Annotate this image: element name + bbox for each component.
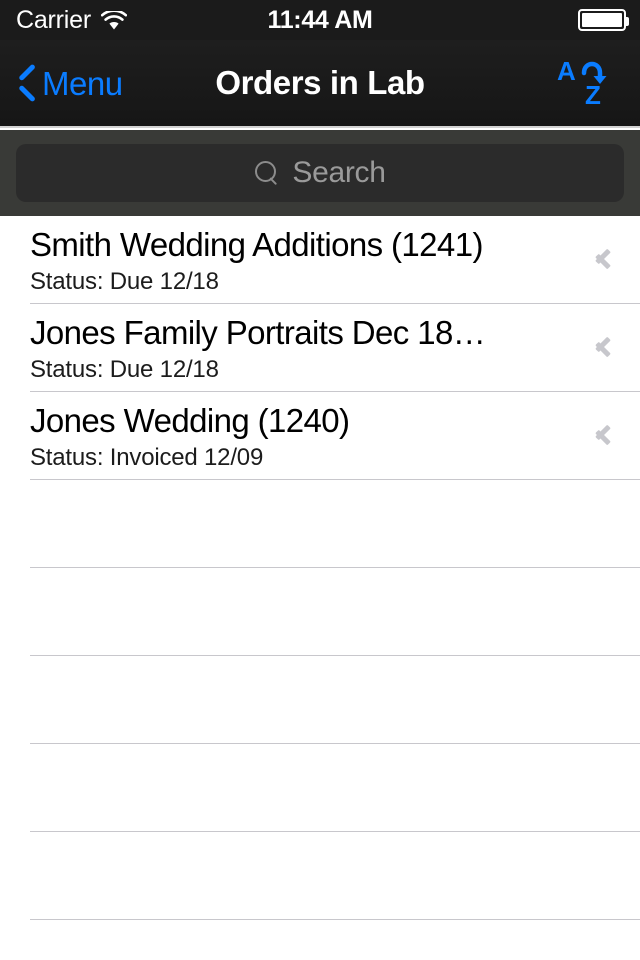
table-row[interactable]: Smith Wedding Additions (1241) Status: D…	[0, 216, 640, 304]
search-bar: Search	[0, 130, 640, 216]
page-title: Orders in Lab	[215, 64, 425, 101]
order-status: Status: Due 12/18	[30, 355, 219, 383]
empty-row	[0, 744, 640, 832]
clock-label: 11:44 AM	[267, 5, 373, 34]
order-status: Status: Invoiced 12/09	[30, 443, 264, 471]
table-row[interactable]: Jones Wedding (1240) Status: Invoiced 12…	[0, 392, 640, 480]
empty-row	[0, 480, 640, 568]
search-input[interactable]: Search	[16, 144, 624, 202]
app-screen: Carrier 11:44 AM Menu Orders in Lab A Z …	[0, 0, 640, 960]
empty-row	[0, 832, 640, 920]
row-text-block: Smith Wedding Additions (1241) Status: D…	[30, 226, 560, 296]
sort-letter-top: A	[557, 56, 576, 86]
chevron-right-icon	[596, 333, 614, 363]
row-text-block: Jones Family Portraits Dec 18… Status: D…	[30, 314, 560, 384]
status-bar: Carrier 11:44 AM	[0, 0, 640, 40]
order-title: Jones Wedding (1240)	[30, 402, 350, 439]
curved-arrow-icon	[581, 56, 611, 95]
chevron-right-icon	[596, 421, 614, 451]
battery-icon	[578, 9, 629, 31]
empty-row	[0, 656, 640, 744]
empty-row	[0, 568, 640, 656]
search-icon	[254, 160, 280, 186]
sort-alpha-asc-icon: A Z	[555, 56, 617, 110]
chevron-right-icon	[596, 245, 614, 275]
search-placeholder: Search	[292, 156, 386, 189]
row-text-block: Jones Wedding (1240) Status: Invoiced 12…	[30, 402, 560, 472]
sort-button[interactable]: A Z	[550, 40, 622, 126]
navigation-bar: Menu Orders in Lab A Z	[0, 40, 640, 128]
orders-list[interactable]: Smith Wedding Additions (1241) Status: D…	[0, 216, 640, 960]
order-title: Jones Family Portraits Dec 18…	[30, 314, 486, 351]
row-separator	[30, 919, 640, 920]
order-title: Smith Wedding Additions (1241)	[30, 226, 483, 263]
status-bar-right	[578, 9, 629, 31]
order-status: Status: Due 12/18	[30, 267, 219, 295]
table-row[interactable]: Jones Family Portraits Dec 18… Status: D…	[0, 304, 640, 392]
